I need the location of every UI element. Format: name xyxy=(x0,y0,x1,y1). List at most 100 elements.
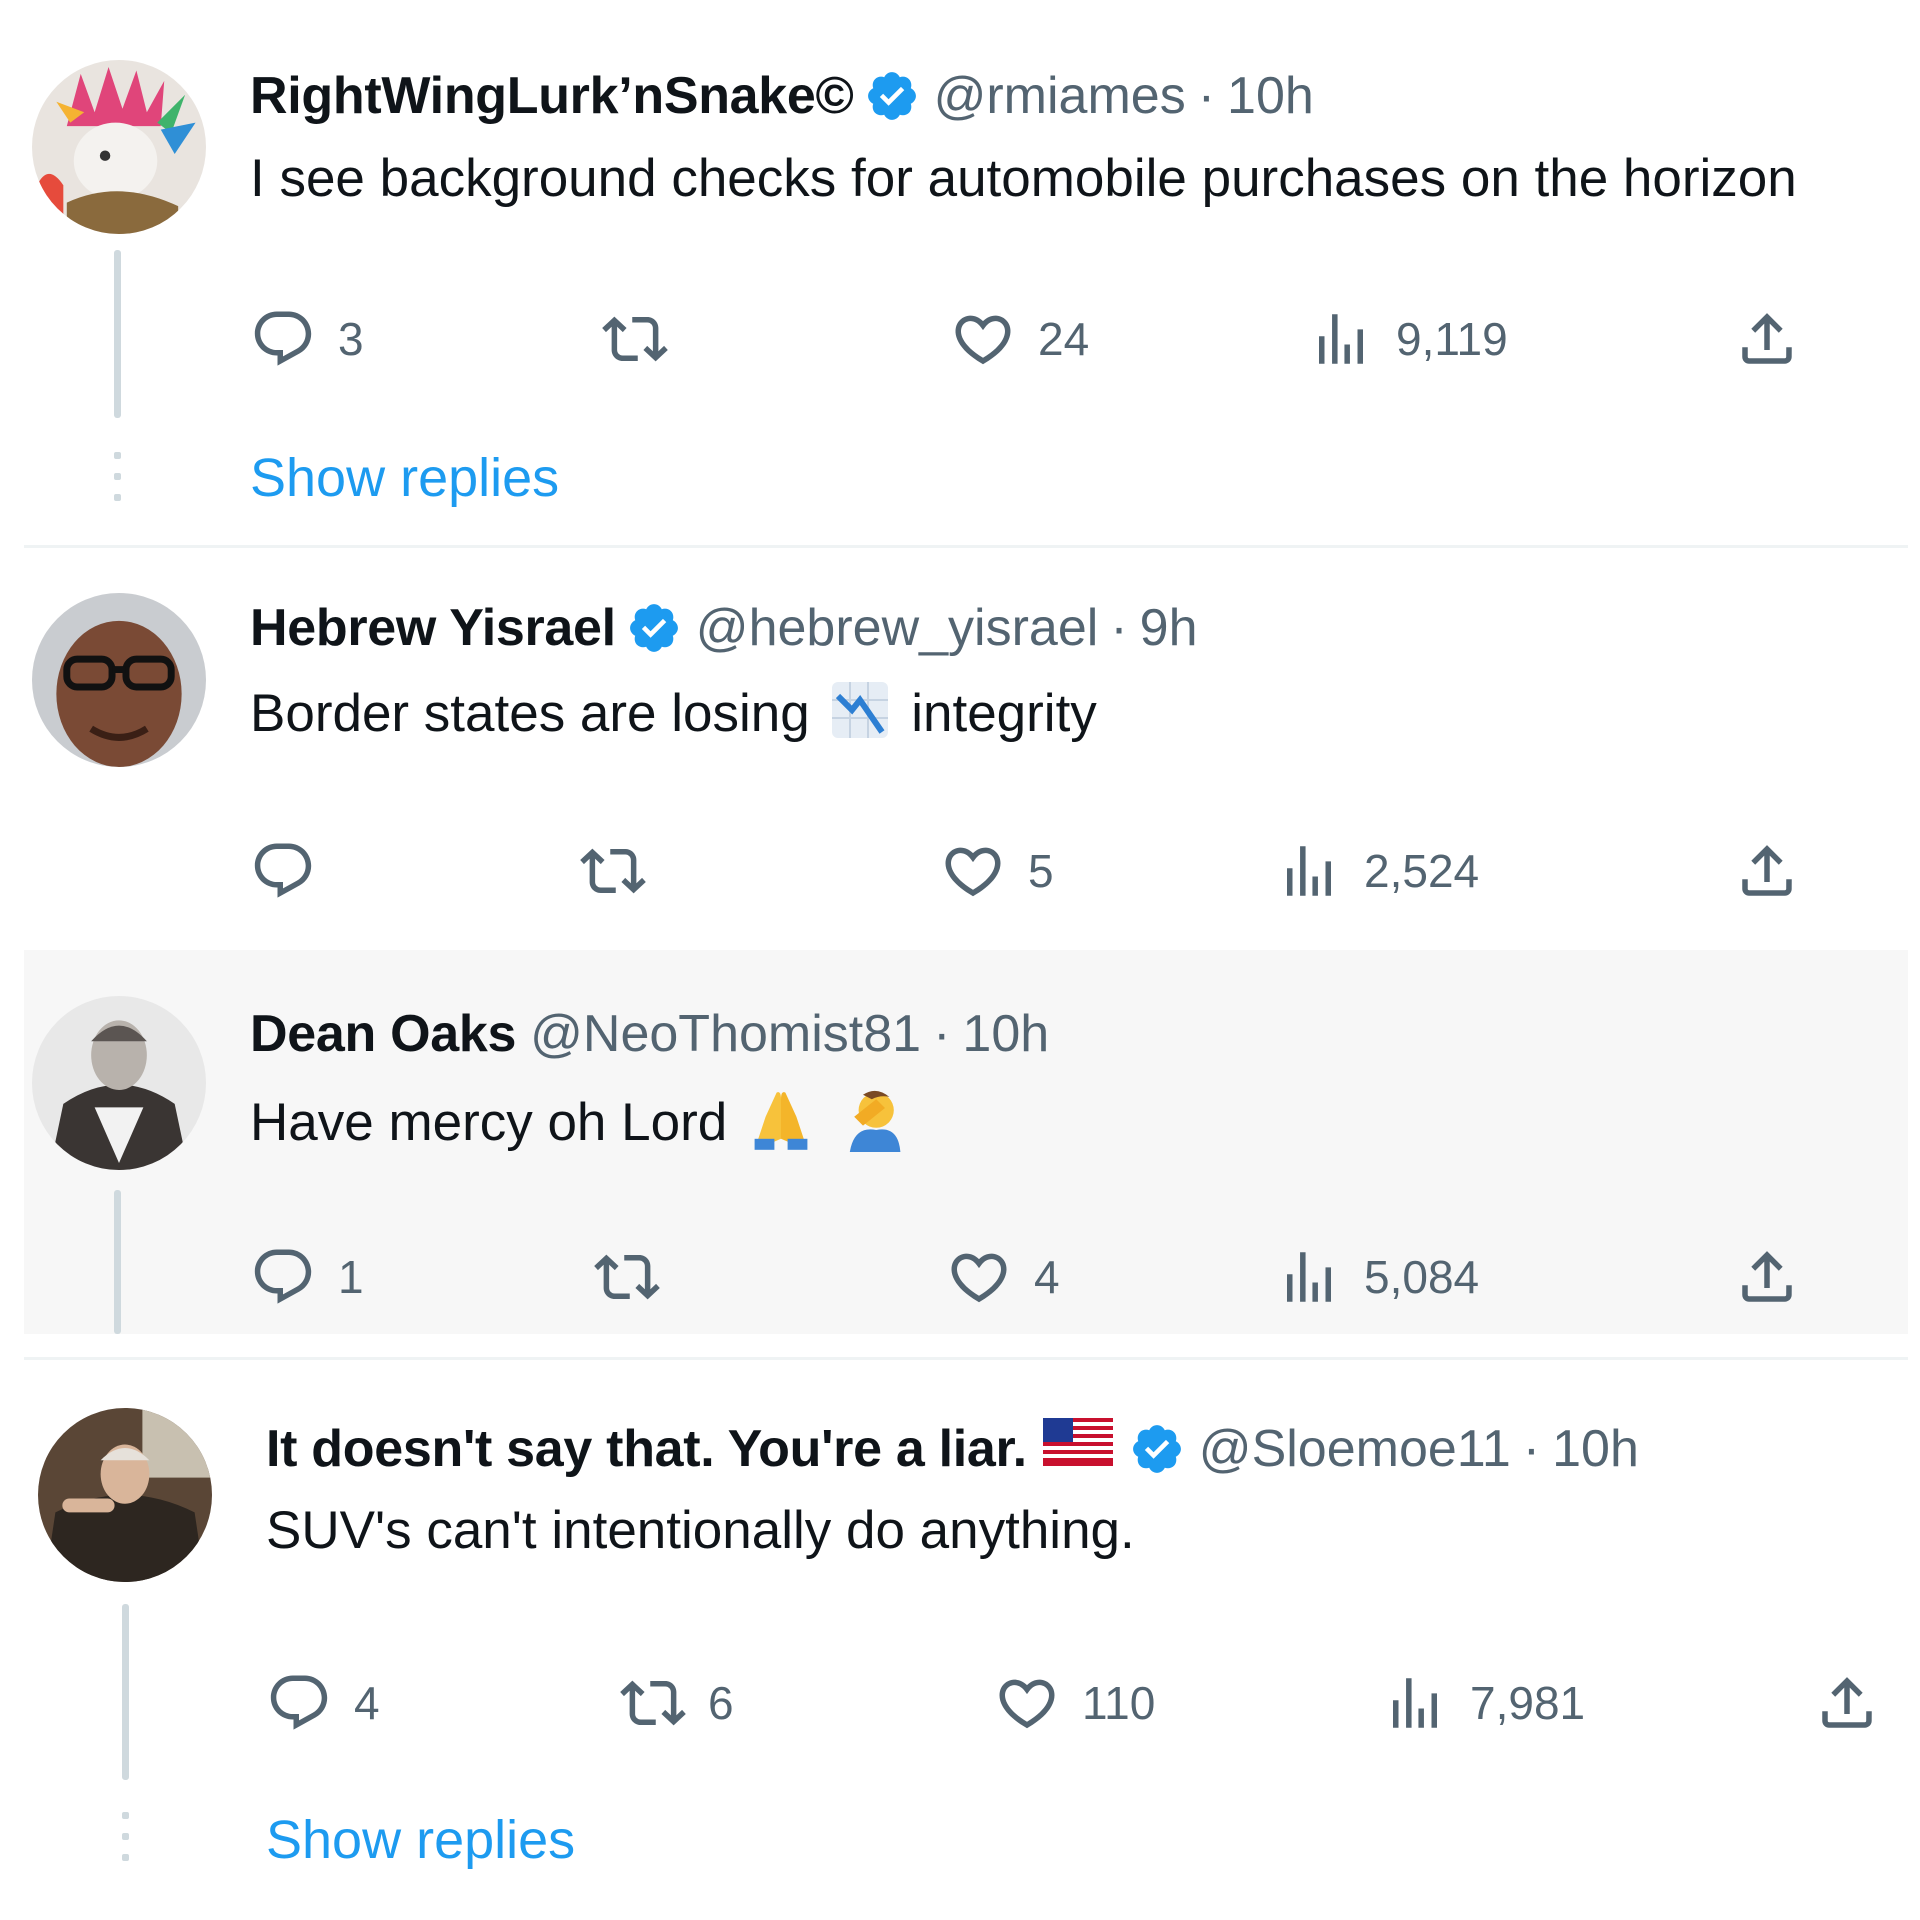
repost-icon xyxy=(602,306,668,372)
heart-icon xyxy=(994,1670,1060,1736)
share-button[interactable] xyxy=(1734,1242,1800,1312)
views-count: 2,524 xyxy=(1364,845,1480,897)
thread-dots xyxy=(114,452,121,515)
share-icon xyxy=(1814,1670,1880,1736)
separator-dot: · xyxy=(1110,599,1128,657)
tweet-sloemoe11[interactable]: It doesn't say that. You're a liar. @Slo… xyxy=(24,1362,1908,1920)
show-replies-link[interactable]: Show replies xyxy=(250,446,559,510)
timestamp[interactable]: 10h xyxy=(1552,1419,1639,1479)
thread-line xyxy=(114,1190,121,1334)
heart-icon xyxy=(946,1244,1012,1310)
like-count: 4 xyxy=(1034,1251,1060,1303)
avatar[interactable] xyxy=(32,593,206,767)
tweet-header: It doesn't say that. You're a liar. @Slo… xyxy=(266,1418,1639,1479)
reply-button[interactable]: 3 xyxy=(250,304,364,374)
reply-button[interactable]: 1 xyxy=(250,1242,364,1312)
repost-button[interactable] xyxy=(594,1242,682,1312)
views-button[interactable]: 2,524 xyxy=(1276,836,1479,906)
tweet-text: SUV's can't intentionally do anything. xyxy=(266,1501,1135,1560)
views-count: 5,084 xyxy=(1364,1251,1480,1303)
thread-line xyxy=(122,1604,129,1780)
share-button[interactable] xyxy=(1734,304,1800,374)
reply-button[interactable] xyxy=(250,836,338,906)
verified-badge-icon xyxy=(864,68,920,124)
like-button[interactable]: 4 xyxy=(946,1242,1060,1312)
avatar[interactable] xyxy=(38,1408,212,1582)
tweet-rmiames[interactable]: RightWingLurk’nSnake© @rmiames · 10h I s… xyxy=(24,0,1908,550)
reply-icon xyxy=(250,838,316,904)
share-icon xyxy=(1734,838,1800,904)
display-name[interactable]: RightWingLurk’nSnake© xyxy=(250,66,854,126)
reply-count: 4 xyxy=(354,1677,380,1729)
avatar[interactable] xyxy=(32,996,206,1170)
handle[interactable]: @hebrew_yisrael xyxy=(696,598,1099,658)
views-button[interactable]: 5,084 xyxy=(1276,1242,1479,1312)
views-icon xyxy=(1276,1244,1342,1310)
thread-dots xyxy=(122,1812,129,1875)
like-button[interactable]: 24 xyxy=(950,304,1089,374)
like-count: 24 xyxy=(1038,313,1090,365)
repost-button[interactable] xyxy=(580,836,668,906)
tweet-hebrew-yisrael[interactable]: Hebrew Yisrael @hebrew_yisrael · 9h Bord… xyxy=(24,550,1908,950)
reply-button[interactable]: 4 xyxy=(266,1668,380,1738)
display-name[interactable]: It doesn't say that. You're a liar. xyxy=(266,1419,1027,1479)
folded-hands-emoji xyxy=(748,1086,814,1166)
handle[interactable]: @rmiames xyxy=(934,66,1186,126)
views-icon xyxy=(1276,838,1342,904)
facepalm-emoji xyxy=(841,1086,907,1166)
display-name[interactable]: Hebrew Yisrael xyxy=(250,598,616,658)
reply-icon xyxy=(250,306,316,372)
like-button[interactable]: 5 xyxy=(940,836,1054,906)
tweet-header: Dean Oaks @NeoThomist81 · 10h xyxy=(250,1004,1049,1064)
display-name[interactable]: Dean Oaks xyxy=(250,1004,516,1064)
verified-badge-icon xyxy=(626,600,682,656)
share-icon xyxy=(1734,306,1800,372)
separator-dot: · xyxy=(933,1005,951,1063)
thread-line xyxy=(114,250,121,418)
avatar[interactable] xyxy=(32,60,206,234)
views-count: 7,981 xyxy=(1470,1677,1586,1729)
like-button[interactable]: 110 xyxy=(994,1668,1155,1738)
repost-icon xyxy=(580,838,646,904)
share-button[interactable] xyxy=(1734,836,1800,906)
tweet-actions: 5 2,524 xyxy=(250,836,1850,906)
reply-count: 1 xyxy=(338,1251,364,1303)
divider xyxy=(24,1357,1908,1360)
chart-decreasing-emoji xyxy=(830,680,890,754)
like-count: 5 xyxy=(1028,845,1054,897)
like-count: 110 xyxy=(1082,1677,1156,1729)
views-button[interactable]: 9,119 xyxy=(1308,304,1508,374)
views-button[interactable]: 7,981 xyxy=(1382,1668,1585,1738)
handle[interactable]: @Sloemoe11 xyxy=(1199,1419,1511,1479)
tweet-text-before: Border states are losing xyxy=(250,684,810,743)
repost-button[interactable] xyxy=(602,304,690,374)
heart-icon xyxy=(940,838,1006,904)
show-replies-link[interactable]: Show replies xyxy=(266,1808,575,1872)
tweet-header: Hebrew Yisrael @hebrew_yisrael · 9h xyxy=(250,598,1198,658)
tweet-actions: 4 6 110 7,981 xyxy=(266,1668,1886,1738)
divider xyxy=(24,545,1908,548)
timestamp[interactable]: 9h xyxy=(1140,598,1198,658)
handle[interactable]: @NeoThomist81 xyxy=(530,1004,921,1064)
heart-icon xyxy=(950,306,1016,372)
reply-icon xyxy=(266,1670,332,1736)
tweet-actions: 3 24 9,119 xyxy=(250,304,1850,374)
tweet-text: I see background checks for automobile p… xyxy=(250,149,1797,208)
repost-button[interactable]: 6 xyxy=(620,1668,734,1738)
timestamp[interactable]: 10h xyxy=(1227,66,1314,126)
repost-icon xyxy=(594,1244,660,1310)
views-icon xyxy=(1308,306,1374,372)
views-icon xyxy=(1382,1670,1448,1736)
separator-dot: · xyxy=(1522,1419,1541,1478)
tweet-actions: 1 4 5,084 xyxy=(250,1242,1850,1312)
timestamp[interactable]: 10h xyxy=(962,1004,1049,1064)
tweet-neothomist81[interactable]: Dean Oaks @NeoThomist81 · 10h Have mercy… xyxy=(24,950,1908,1334)
tweet-header: RightWingLurk’nSnake© @rmiames · 10h xyxy=(250,66,1314,126)
share-button[interactable] xyxy=(1814,1668,1880,1738)
separator-dot: · xyxy=(1197,67,1216,125)
reply-count: 3 xyxy=(338,313,364,365)
tweet-text-after: integrity xyxy=(911,684,1097,743)
views-count: 9,119 xyxy=(1396,313,1508,365)
tweet-text: Border states are losing integrity xyxy=(250,680,1097,754)
us-flag-emoji xyxy=(1042,1418,1113,1479)
